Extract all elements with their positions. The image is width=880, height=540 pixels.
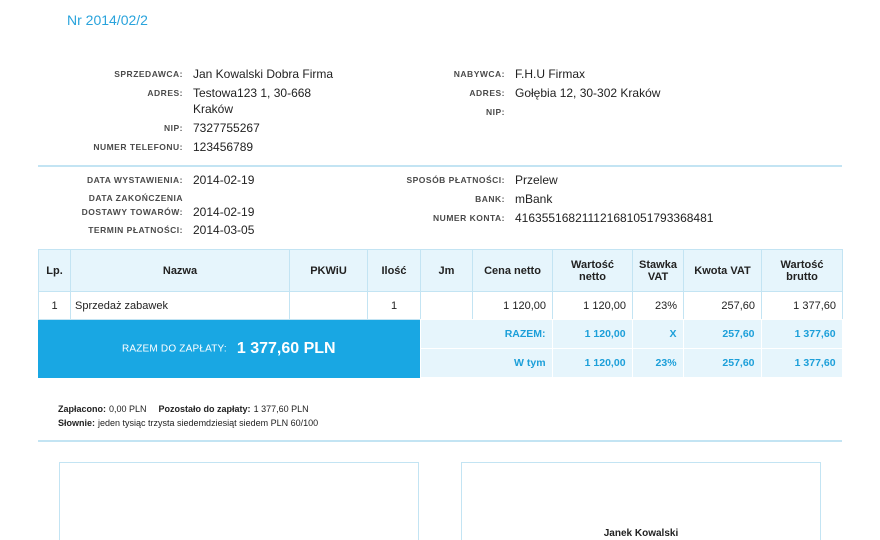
in-words-text: jeden tysiąc trzysta siedemdziesiąt sied… [98, 418, 319, 428]
col-header-name: Nazwa [70, 249, 290, 292]
summary-vat-rate: X [631, 319, 684, 349]
col-header-gross-value: Wartość brutto [761, 249, 843, 292]
buyer-address-row: ADRES: Gołębia 12, 30-302 Kraków [322, 85, 752, 101]
seller-name: Jan Kowalski Dobra Firma [193, 67, 334, 81]
delivery-date-label-line1: DATA ZAKOŃCZENIA [88, 193, 183, 203]
amount-in-words-line: Słownie: jeden tysiąc trzysta siedemdzies… [58, 416, 318, 430]
cell-pkwiu [289, 291, 368, 320]
cell-name: Sprzedaż zabawek [70, 291, 290, 320]
seller-address-line2: Kraków [193, 102, 234, 116]
seller-phone: 123456789 [193, 140, 254, 154]
paid-label: Zapłacono: [58, 404, 107, 414]
seller-nip-label: NIP: [164, 123, 183, 133]
summary-label: RAZEM: [419, 319, 553, 349]
seller-address-label: ADRES: [147, 88, 183, 98]
cell-vat-rate: 23% [632, 291, 684, 320]
summary-table: RAZEM DO ZAPŁATY: 1 377,60 PLN RAZEM: 1 1… [38, 319, 843, 378]
payment-method: Przelew [515, 173, 558, 187]
section-divider [38, 165, 842, 167]
seller-phone-label: NUMER TELEFONU: [93, 142, 183, 152]
seller-label: SPRZEDAWCA: [114, 69, 183, 79]
table-header-row: Lp. Nazwa PKWiU Ilość Jm Cena netto Wart… [38, 249, 843, 292]
payment-method-label: SPOSÓB PŁATNOŚCI: [406, 175, 505, 185]
payment-status: Zapłacono: 0,00 PLN Pozostało do zapłaty: 1… [58, 402, 318, 430]
due-date: 2014-03-05 [193, 223, 255, 237]
total-due-amount: 1 377,60 PLN [236, 339, 336, 357]
bank-row: BANK: mBank [322, 191, 752, 207]
col-header-net-value: Wartość netto [552, 249, 633, 292]
cell-gross-value: 1 377,60 [761, 291, 843, 320]
signature-box-right: Janek Kowalski [461, 462, 821, 540]
buyer-name-row: NABYWCA: F.H.U Firmax [322, 66, 752, 82]
payment-status-line: Zapłacono: 0,00 PLN Pozostało do zapłaty: 1… [58, 402, 318, 416]
issue-date: 2014-02-19 [193, 173, 255, 187]
account-row: NUMER KONTA: 416355168211121681051793368… [322, 210, 752, 226]
total-due-label: RAZEM DO ZAPŁATY: [121, 343, 227, 354]
col-header-lp: Lp. [38, 249, 71, 292]
buyer-block: NABYWCA: F.H.U Firmax ADRES: Gołębia 12,… [322, 66, 752, 123]
account-number: 416355168211121681051793368481 [515, 211, 714, 225]
in-words-label: Słownie: [58, 418, 96, 428]
summary-label: W tym [419, 348, 553, 378]
cell-net-value: 1 120,00 [552, 291, 633, 320]
cell-vat-amount: 257,60 [683, 291, 762, 320]
col-header-net-price: Cena netto [472, 249, 553, 292]
seller-address-line1: Testowa123 1, 30-668 [193, 86, 312, 100]
buyer-nip-row: NIP: [322, 104, 752, 120]
account-label: NUMER KONTA: [433, 213, 505, 223]
seller-address: Testowa123 1, 30-668 Kraków [193, 85, 311, 117]
col-header-vat-rate: Stawka VAT [632, 249, 684, 292]
col-header-vat-amount: Kwota VAT [683, 249, 762, 292]
summary-row-total: RAZEM DO ZAPŁATY: 1 377,60 PLN RAZEM: 1 1… [38, 319, 843, 378]
cell-lp: 1 [38, 291, 71, 320]
payment-block: SPOSÓB PŁATNOŚCI: Przelew BANK: mBank NU… [322, 172, 752, 229]
summary-vat: 257,60 [682, 348, 762, 378]
items-table: Lp. Nazwa PKWiU Ilość Jm Cena netto Wart… [38, 249, 843, 320]
col-header-quantity: Ilość [367, 249, 421, 292]
remaining-label: Pozostało do zapłaty: [158, 404, 251, 414]
summary-vat: 257,60 [682, 319, 762, 349]
buyer-address-label: ADRES: [469, 88, 505, 98]
due-date-label: TERMIN PŁATNOŚCI: [88, 225, 183, 235]
seller-nip: 7327755267 [193, 121, 260, 135]
signature-box-left [59, 462, 419, 540]
summary-net: 1 120,00 [551, 348, 633, 378]
delivery-date-label: DATA ZAKOŃCZENIA DOSTAWY TOWARÓW: [0, 191, 183, 219]
remaining-amount: 1 377,60 PLN [253, 404, 309, 414]
delivery-date: 2014-02-19 [193, 205, 255, 219]
buyer-nip-label: NIP: [486, 107, 505, 117]
buyer-name: F.H.U Firmax [515, 67, 585, 81]
paid-amount: 0,00 PLN [109, 404, 147, 414]
summary-gross: 1 377,60 [760, 348, 843, 378]
col-header-pkwiu: PKWiU [289, 249, 368, 292]
bank-label: BANK: [475, 194, 505, 204]
issue-date-label: DATA WYSTAWIENIA: [86, 175, 183, 185]
col-header-unit: Jm [420, 249, 473, 292]
invoice-number: Nr 2014/02/2 [67, 12, 148, 28]
total-due-box: RAZEM DO ZAPŁATY: 1 377,60 PLN [38, 319, 421, 378]
summary-vat-rate: 23% [631, 348, 684, 378]
cell-unit [420, 291, 473, 320]
table-row: 1 Sprzedaż zabawek 1 1 120,00 1 120,00 2… [38, 291, 843, 320]
seller-phone-row: NUMER TELEFONU: 123456789 [0, 139, 430, 155]
cell-net-price: 1 120,00 [472, 291, 553, 320]
issuer-name: Janek Kowalski [603, 528, 679, 539]
summary-gross: 1 377,60 [760, 319, 843, 349]
bank-name: mBank [515, 192, 553, 206]
section-divider [38, 440, 842, 442]
buyer-address: Gołębia 12, 30-302 Kraków [515, 86, 661, 100]
summary-net: 1 120,00 [551, 319, 633, 349]
buyer-label: NABYWCA: [453, 69, 505, 79]
payment-method-row: SPOSÓB PŁATNOŚCI: Przelew [322, 172, 752, 188]
delivery-date-label-line2: DOSTAWY TOWARÓW: [81, 207, 183, 217]
cell-quantity: 1 [367, 291, 421, 320]
